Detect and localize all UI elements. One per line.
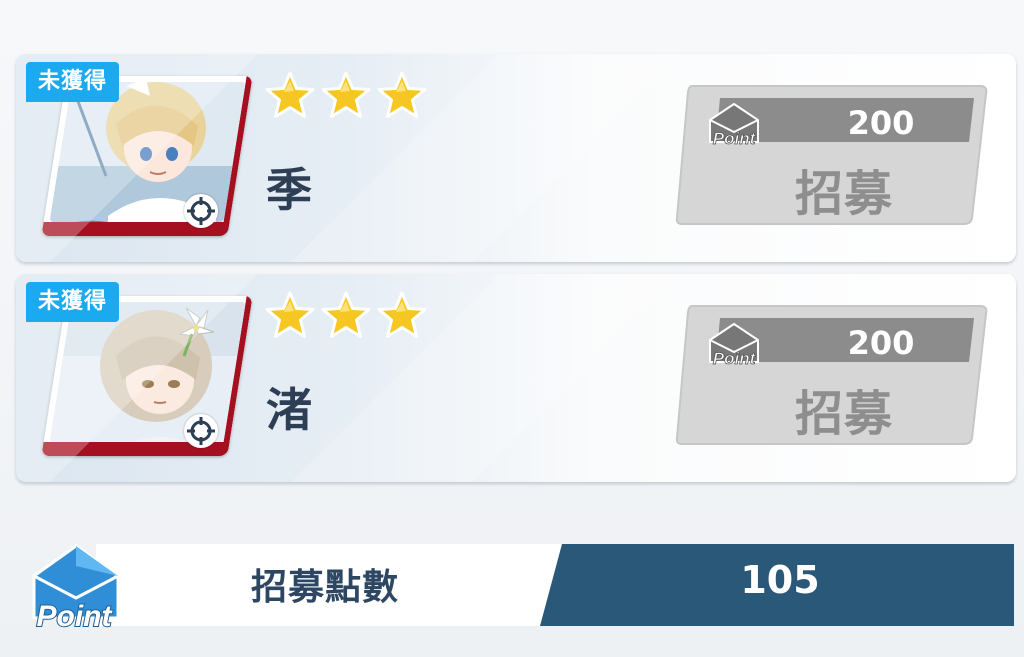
point-icon: Point [709,322,759,368]
recruit-button-label: 招募 [794,386,893,442]
recruit-button[interactable]: Point 200 招募 [674,302,988,448]
point-icon: Point [32,544,120,634]
status-badge: 未獲得 [26,62,120,102]
svg-text:Point: Point [713,349,757,368]
recruit-points-label: 招募點數 [250,567,399,608]
star-icon [265,291,315,338]
recruit-card: 未獲得 [16,54,1016,262]
svg-text:Point: Point [713,129,757,148]
recruit-points-bar: Point 招募點數 105 [0,530,1024,640]
recruit-card: 未獲得 [16,274,1016,482]
status-badge: 未獲得 [26,282,120,322]
character-name: 渚 [266,383,312,437]
star-rating [264,70,428,122]
cost-value: 200 [847,324,915,362]
crosshair-icon[interactable] [184,414,218,448]
recruit-button-label: 招募 [794,166,893,222]
star-icon [377,291,427,338]
point-icon: Point [709,102,759,148]
character-name: 季 [266,163,312,217]
star-rating [264,290,428,342]
svg-text:Point: Point [37,600,114,633]
star-icon [377,71,427,118]
star-icon [321,291,371,338]
star-icon [321,71,371,118]
recruit-button[interactable]: Point 200 招募 [674,82,988,228]
recruit-points-value: 105 [740,558,820,602]
cost-value: 200 [847,104,915,142]
star-icon [265,71,315,118]
crosshair-icon[interactable] [184,194,218,228]
